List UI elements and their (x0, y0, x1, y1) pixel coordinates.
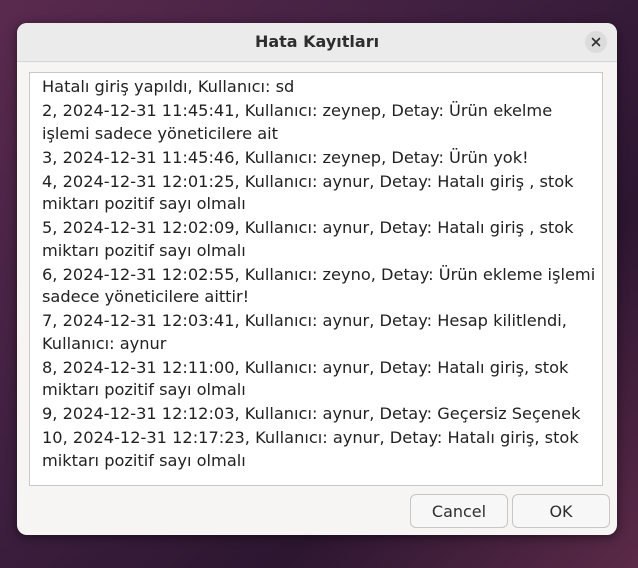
log-entry[interactable]: 2, 2024-12-31 11:45:41, Kullanıcı: zeyne… (32, 100, 602, 145)
log-entry[interactable]: 3, 2024-12-31 11:45:46, Kullanıcı: zeyne… (32, 147, 602, 170)
window-title: Hata Kayıtları (254, 32, 380, 51)
ok-button[interactable]: OK (512, 494, 610, 528)
log-entry[interactable]: 5, 2024-12-31 12:02:09, Kullanıcı: aynur… (32, 217, 602, 262)
log-entry[interactable]: 8, 2024-12-31 12:11:00, Kullanıcı: aynur… (32, 357, 602, 402)
close-button[interactable] (585, 31, 607, 53)
log-entry[interactable]: 6, 2024-12-31 12:02:55, Kullanıcı: zeyno… (32, 264, 602, 309)
log-entries: Hatalı giriş yapıldı, Kullanıcı: sd 2, 2… (30, 73, 602, 472)
log-entry[interactable]: 9, 2024-12-31 12:12:03, Kullanıcı: aynur… (32, 403, 602, 426)
title-bar[interactable]: Hata Kayıtları (17, 23, 617, 62)
cancel-button[interactable]: Cancel (410, 494, 508, 528)
log-entry[interactable]: 4, 2024-12-31 12:01:25, Kullanıcı: aynur… (32, 171, 602, 216)
close-icon (591, 37, 601, 47)
error-log-dialog: Hata Kayıtları Hatalı giriş yapıldı, Kul… (17, 23, 617, 535)
log-entry[interactable]: Hatalı giriş yapıldı, Kullanıcı: sd (32, 76, 602, 99)
log-entry[interactable]: 10, 2024-12-31 12:17:23, Kullanıcı: aynu… (32, 427, 602, 472)
log-entry[interactable]: 7, 2024-12-31 12:03:41, Kullanıcı: aynur… (32, 310, 602, 355)
error-log-list[interactable]: Hatalı giriş yapıldı, Kullanıcı: sd 2, 2… (29, 72, 603, 486)
